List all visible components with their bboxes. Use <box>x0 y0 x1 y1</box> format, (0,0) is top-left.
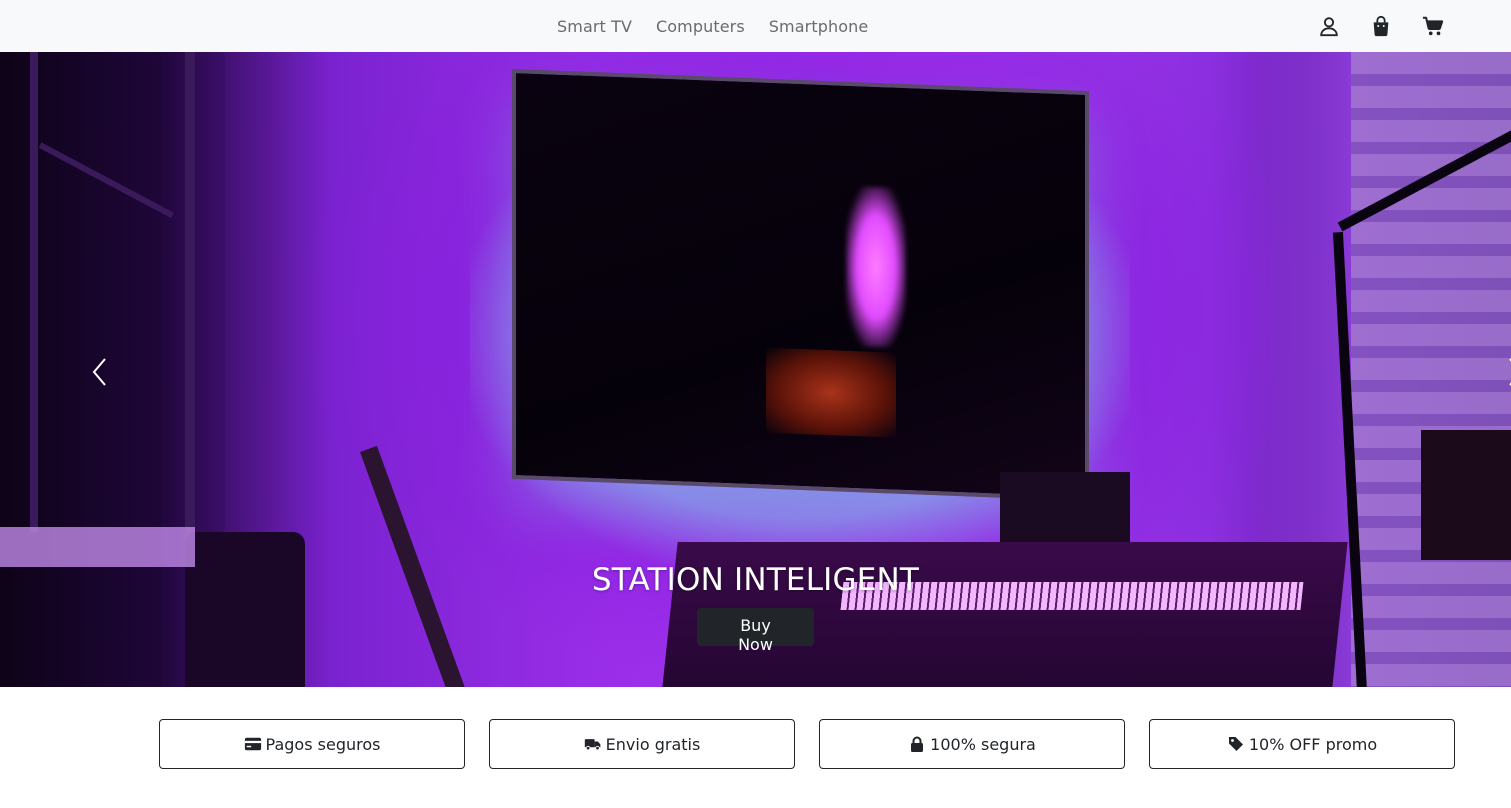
buy-now-button[interactable]: Buy Now <box>697 608 814 654</box>
tag-icon <box>1228 737 1243 751</box>
top-navbar: Smart TV Computers Smartphone <box>0 0 1511 52</box>
lock-icon <box>911 736 924 752</box>
nav-icons <box>1289 0 1445 52</box>
shelf-beam <box>38 142 174 219</box>
feature-label: Envio gratis <box>605 734 701 754</box>
feature-label: Pagos seguros <box>265 734 381 754</box>
hero-title: STATION INTELIGENT <box>591 562 920 598</box>
feature-pagos-seguros[interactable]: Pagos seguros <box>159 719 465 769</box>
credit-card-icon <box>244 737 261 751</box>
chevron-left-icon <box>92 358 106 386</box>
speaker-image <box>1421 430 1511 560</box>
carousel-caption: STATION INTELIGENT Buy Now <box>0 562 1511 654</box>
shelf-post <box>30 52 38 532</box>
carousel-next-button[interactable] <box>1495 352 1511 392</box>
hero-carousel: STATION INTELIGENT Buy Now <box>0 52 1511 687</box>
tv-screen-reflection <box>766 347 896 438</box>
user-icon[interactable] <box>1317 14 1341 38</box>
feature-10-off-promo[interactable]: 10% OFF promo <box>1149 719 1455 769</box>
shopping-bag-icon[interactable] <box>1369 14 1393 38</box>
nav-link-smart-tv[interactable]: Smart TV <box>545 17 644 36</box>
carousel-prev-button[interactable] <box>80 352 120 392</box>
feature-label: 10% OFF promo <box>1248 734 1378 754</box>
feature-100-segura[interactable]: 100% segura <box>819 719 1125 769</box>
drum-pad-image <box>0 527 195 567</box>
nav-link-smartphone[interactable]: Smartphone <box>757 17 880 36</box>
chevron-right-icon <box>1509 358 1511 386</box>
tv-light-reflection <box>846 185 906 349</box>
truck-icon <box>584 739 601 751</box>
feature-envio-gratis[interactable]: Envio gratis <box>489 719 795 769</box>
features-row: Pagos seguros Envio gratis 100% segura 1… <box>159 719 1455 769</box>
nav-links: Smart TV Computers Smartphone <box>545 0 880 52</box>
feature-label: 100% segura <box>930 734 1036 754</box>
tv-screen-image <box>512 68 1089 502</box>
nav-link-computers[interactable]: Computers <box>644 17 757 36</box>
cart-icon[interactable] <box>1421 14 1445 38</box>
